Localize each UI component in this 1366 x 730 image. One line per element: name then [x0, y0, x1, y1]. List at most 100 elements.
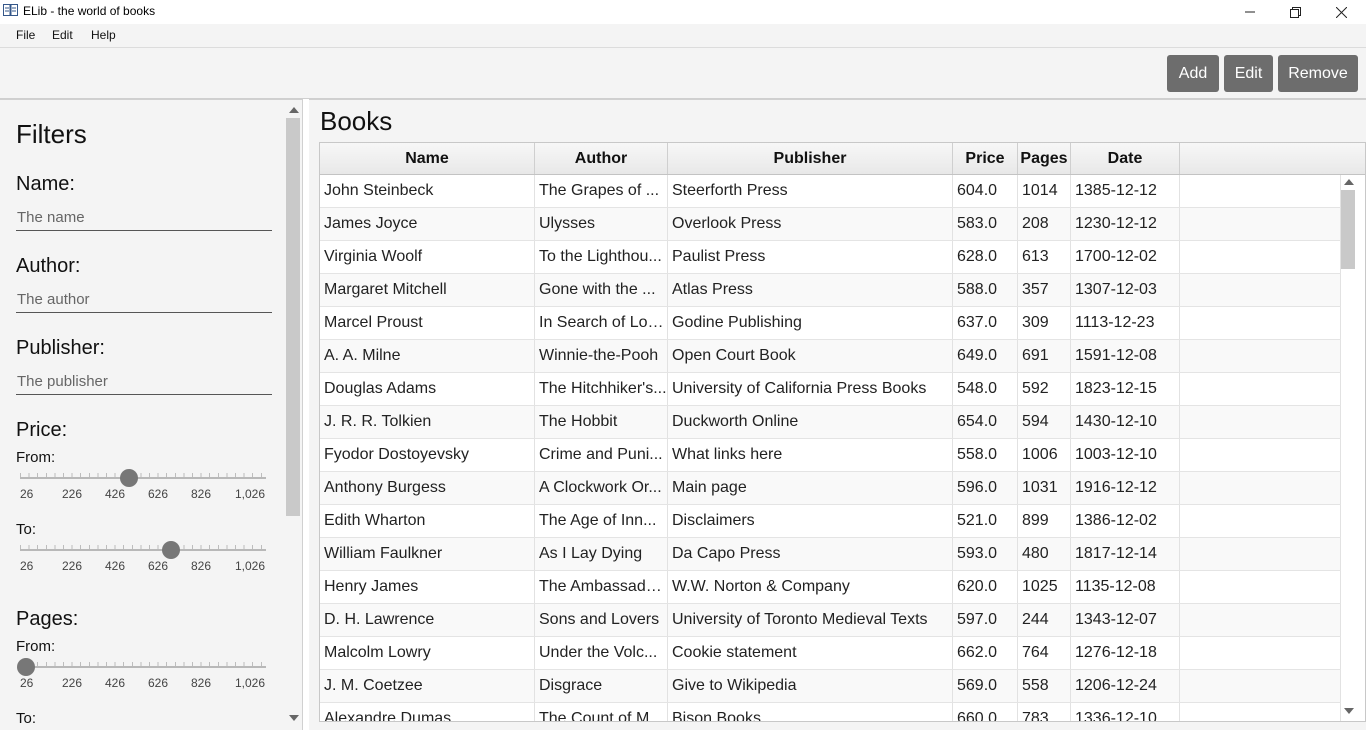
- cell-price: 654.0: [953, 406, 1018, 438]
- table-row[interactable]: Fyodor Dostoyevsky Crime and Puni... What …: [320, 439, 1341, 472]
- menu-help[interactable]: Help: [91, 28, 116, 42]
- table-scroll-down-arrow-icon[interactable]: [1344, 708, 1354, 714]
- price-to-slider-thumb[interactable]: [162, 541, 180, 559]
- cell-date: 1336-12-10: [1071, 703, 1180, 721]
- name-input[interactable]: [16, 204, 272, 231]
- cell-author: A Clockwork Or...: [535, 472, 668, 504]
- table-row[interactable]: A. A. Milne Winnie-the-Pooh Open Court Boo…: [320, 340, 1341, 373]
- cell-date: 1430-12-10: [1071, 406, 1180, 438]
- cell-date: 1386-12-02: [1071, 505, 1180, 537]
- cell-filler: [1180, 373, 1341, 405]
- table-scrollbar-thumb[interactable]: [1341, 190, 1355, 269]
- minimize-button[interactable]: [1227, 0, 1273, 24]
- pages-from-slider-thumb[interactable]: [17, 658, 35, 676]
- cell-publisher: University of California Press Books: [668, 373, 953, 405]
- filters-scrollbar-thumb[interactable]: [286, 118, 300, 516]
- cell-name: J. M. Coetzee: [320, 670, 535, 702]
- maximize-button[interactable]: [1272, 0, 1318, 24]
- table-row[interactable]: Henry James The Ambassadors W.W. Norton & …: [320, 571, 1341, 604]
- table-row[interactable]: Douglas Adams The Hitchhiker's... Universi…: [320, 373, 1341, 406]
- cell-author: The Hobbit: [535, 406, 668, 438]
- slider-tick-label: 1,026: [235, 676, 266, 690]
- column-header-name[interactable]: Name: [320, 143, 535, 174]
- title-bar: ELib - the world of books: [0, 0, 1366, 24]
- book-icon: [3, 4, 18, 17]
- author-label: Author:: [16, 255, 81, 277]
- cell-date: 1135-12-08: [1071, 571, 1180, 603]
- cell-pages: 1031: [1018, 472, 1071, 504]
- cell-name: J. R. R. Tolkien: [320, 406, 535, 438]
- table-row[interactable]: William Faulkner As I Lay Dying Da Capo Pr…: [320, 538, 1341, 571]
- minimize-icon: [1245, 11, 1255, 13]
- column-header-author[interactable]: Author: [535, 143, 668, 174]
- table-row[interactable]: Alexandre Dumas The Count of M... Bison Bo…: [320, 703, 1341, 721]
- cell-publisher: Paulist Press: [668, 241, 953, 273]
- table-row[interactable]: Margaret Mitchell Gone with the ... Atlas …: [320, 274, 1341, 307]
- table-row[interactable]: John Steinbeck The Grapes of ... Steerfort…: [320, 175, 1341, 208]
- table-row[interactable]: Marcel Proust In Search of Los... Godine P…: [320, 307, 1341, 340]
- cell-filler: [1180, 340, 1341, 372]
- price-to-slider[interactable]: 26 226 426 626 826 1,026: [20, 538, 266, 573]
- add-button[interactable]: Add: [1167, 55, 1219, 92]
- price-label: Price:: [16, 419, 68, 441]
- scroll-up-arrow-icon[interactable]: [289, 107, 299, 113]
- cell-pages: 558: [1018, 670, 1071, 702]
- cell-filler: [1180, 241, 1341, 273]
- slider-tick-label: 226: [62, 487, 83, 501]
- table-row[interactable]: J. M. Coetzee Disgrace Give to Wikipedia 56…: [320, 670, 1341, 703]
- cell-name: John Steinbeck: [320, 175, 535, 207]
- remove-button[interactable]: Remove: [1278, 55, 1358, 92]
- cell-pages: 764: [1018, 637, 1071, 669]
- cell-date: 1817-12-14: [1071, 538, 1180, 570]
- cell-publisher: Cookie statement: [668, 637, 953, 669]
- cell-name: Virginia Woolf: [320, 241, 535, 273]
- author-input[interactable]: [16, 286, 272, 313]
- cell-price: 637.0: [953, 307, 1018, 339]
- column-header-date[interactable]: Date: [1071, 143, 1180, 174]
- table-row[interactable]: Anthony Burgess A Clockwork Or... Main pag…: [320, 472, 1341, 505]
- cell-publisher: Overlook Press: [668, 208, 953, 240]
- pages-from-slider[interactable]: 26 226 426 626 826 1,026: [17, 655, 266, 690]
- cell-pages: 244: [1018, 604, 1071, 636]
- cell-author: Disgrace: [535, 670, 668, 702]
- cell-pages: 208: [1018, 208, 1071, 240]
- cell-filler: [1180, 208, 1341, 240]
- table-row[interactable]: Virginia Woolf To the Lighthou... Paulist …: [320, 241, 1341, 274]
- price-from-slider[interactable]: 26 226 426 626 826 1,026: [20, 466, 266, 501]
- cell-filler: [1180, 439, 1341, 471]
- cell-name: William Faulkner: [320, 538, 535, 570]
- cell-author: Under the Volc...: [535, 637, 668, 669]
- scroll-down-arrow-icon[interactable]: [289, 715, 299, 721]
- table-scroll-up-arrow-icon[interactable]: [1344, 179, 1354, 185]
- table-row[interactable]: D. H. Lawrence Sons and Lovers University …: [320, 604, 1341, 637]
- table-row[interactable]: J. R. R. Tolkien The Hobbit Duckworth Onli…: [320, 406, 1341, 439]
- edit-button[interactable]: Edit: [1224, 55, 1273, 92]
- cell-filler: [1180, 274, 1341, 306]
- table-row[interactable]: Malcolm Lowry Under the Volc... Cookie sta…: [320, 637, 1341, 670]
- table-header: Name Author Publisher Price Pages Date: [320, 143, 1365, 175]
- cell-filler: [1180, 670, 1341, 702]
- cell-publisher: Duckworth Online: [668, 406, 953, 438]
- column-header-price[interactable]: Price: [953, 143, 1018, 174]
- price-from-slider-thumb[interactable]: [120, 469, 138, 487]
- cell-author: Ulysses: [535, 208, 668, 240]
- table-row[interactable]: James Joyce Ulysses Overlook Press 583.0 208…: [320, 208, 1341, 241]
- column-header-pages[interactable]: Pages: [1018, 143, 1071, 174]
- table-scrollbar[interactable]: [1341, 175, 1355, 721]
- table-row[interactable]: Edith Wharton The Age of Inn... Disclaimer…: [320, 505, 1341, 538]
- close-button[interactable]: [1318, 0, 1364, 24]
- cell-price: 662.0: [953, 637, 1018, 669]
- cell-pages: 1025: [1018, 571, 1071, 603]
- cell-author: To the Lighthou...: [535, 241, 668, 273]
- cell-date: 1385-12-12: [1071, 175, 1180, 207]
- cell-price: 583.0: [953, 208, 1018, 240]
- cell-pages: 691: [1018, 340, 1071, 372]
- slider-tick-label: 426: [105, 676, 126, 690]
- menu-edit[interactable]: Edit: [52, 28, 73, 42]
- column-header-publisher[interactable]: Publisher: [668, 143, 953, 174]
- slider-tick-label: 226: [62, 676, 83, 690]
- filters-scrollbar[interactable]: [286, 100, 300, 730]
- cell-filler: [1180, 538, 1341, 570]
- publisher-input[interactable]: [16, 368, 272, 395]
- menu-file[interactable]: File: [16, 28, 35, 42]
